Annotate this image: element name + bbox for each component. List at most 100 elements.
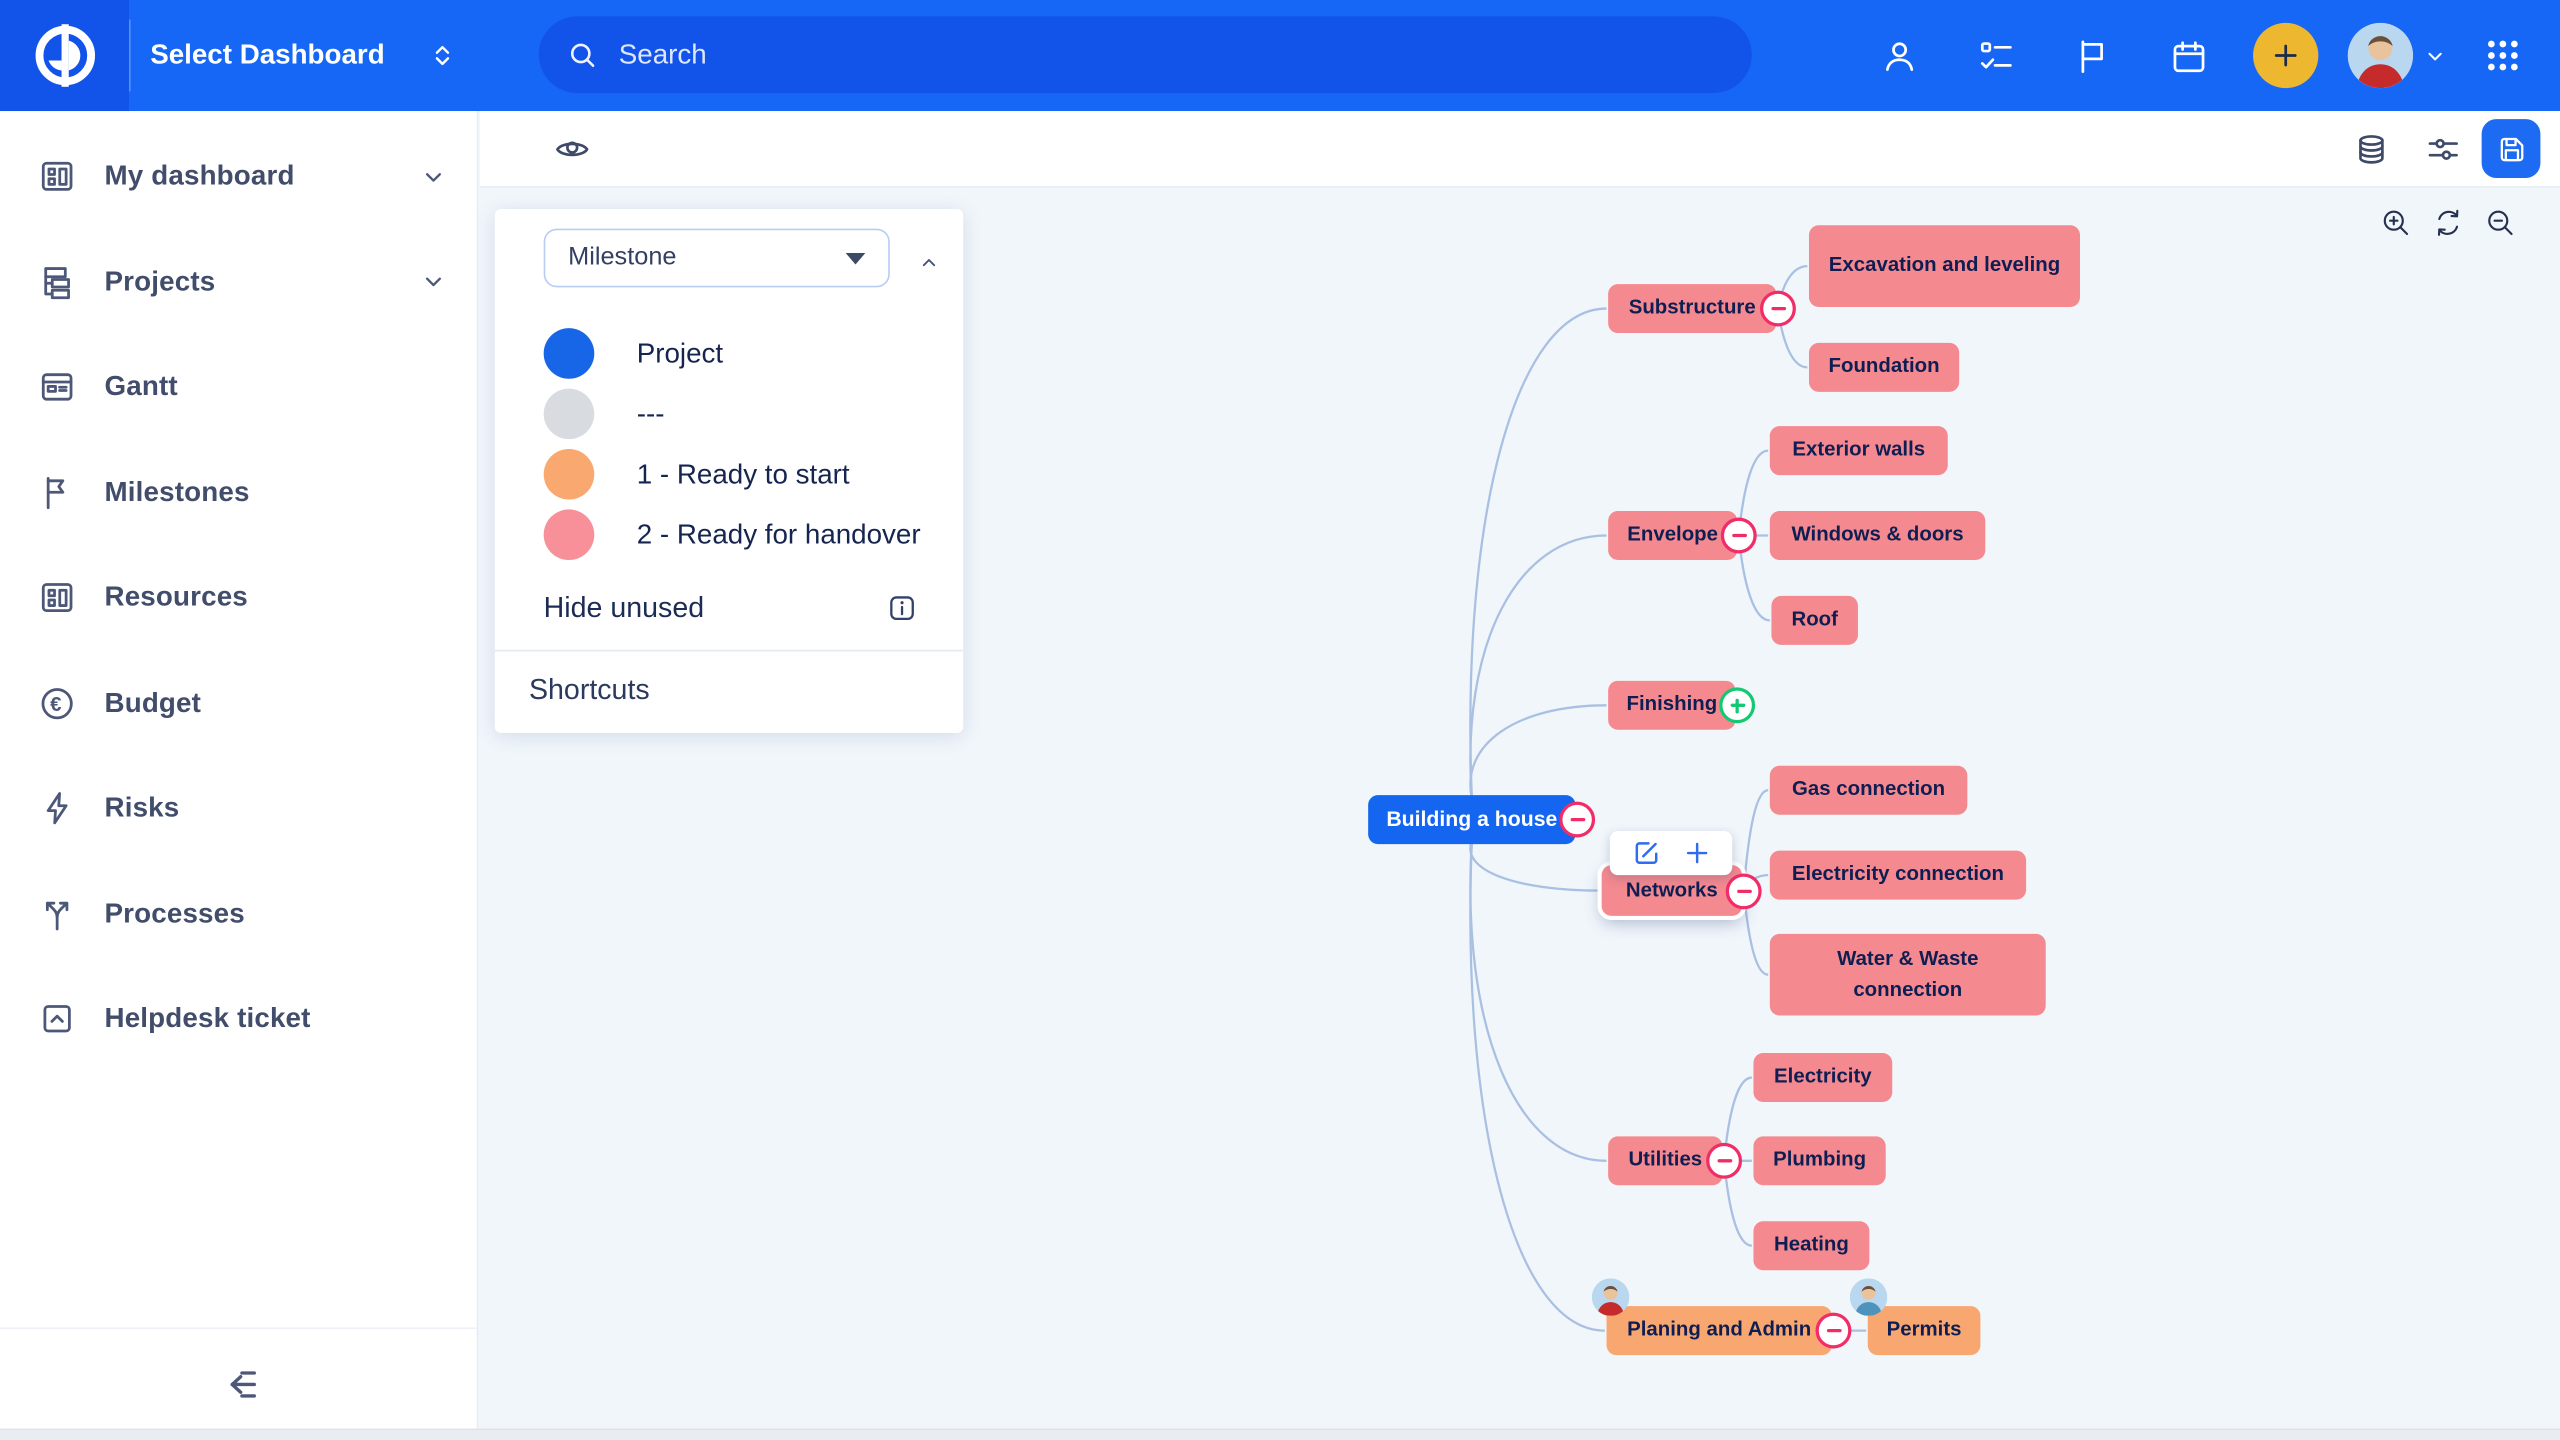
mindmap-node-gas[interactable]: Gas connection	[1770, 766, 1968, 815]
sidebar-item-gantt[interactable]: Gantt	[0, 335, 477, 440]
sidebar-item-my-dashboard[interactable]: My dashboard	[0, 124, 477, 229]
visibility-button[interactable]	[539, 116, 604, 181]
sidebar-collapse-button[interactable]	[0, 1342, 477, 1427]
legend-item-label: 2 - Ready for handover	[637, 518, 921, 551]
node-label: Envelope	[1627, 520, 1718, 552]
mindmap-node-envelope[interactable]: Envelope	[1608, 511, 1737, 560]
add-icon	[1681, 838, 1712, 869]
save-icon	[2494, 131, 2528, 165]
sidebar-item-label: Resources	[104, 582, 247, 615]
save-button[interactable]	[2482, 119, 2541, 178]
mindmap-node-eleconn[interactable]: Electricity connection	[1770, 851, 2026, 900]
sidebar-item-label: Projects	[104, 266, 215, 299]
data-source-button[interactable]	[2338, 116, 2403, 181]
collapse-branch-badge[interactable]	[1559, 802, 1595, 838]
projects-icon	[38, 262, 77, 301]
mindmap-node-plumbing[interactable]: Plumbing	[1753, 1136, 1885, 1185]
shortcuts-link[interactable]: Shortcuts	[495, 651, 964, 733]
zoom-out-icon	[2482, 205, 2516, 239]
mindmap-node-substructure[interactable]: Substructure	[1608, 284, 1776, 333]
node-label: Finishing	[1626, 689, 1717, 721]
search-input[interactable]	[616, 37, 1596, 73]
add-child-button[interactable]	[1681, 838, 1712, 869]
collapse-branch-badge[interactable]	[1726, 873, 1762, 909]
sidebar-item-budget[interactable]: Budget	[0, 651, 477, 756]
app-logo[interactable]	[0, 0, 129, 111]
collapse-branch-badge[interactable]	[1760, 291, 1796, 327]
quick-add-button[interactable]	[2237, 0, 2335, 111]
sidebar-item-label: Gantt	[104, 371, 177, 404]
calendar-button[interactable]	[2140, 0, 2236, 111]
profile-menu[interactable]	[2335, 0, 2459, 111]
edit-node-button[interactable]	[1630, 838, 1661, 869]
mindmap-node-finishing[interactable]: Finishing	[1608, 681, 1735, 730]
horizontal-scrollbar[interactable]	[0, 1429, 2560, 1440]
search-bar[interactable]	[539, 16, 1752, 93]
mindmap-node-permits[interactable]: Permits	[1868, 1306, 1981, 1355]
mindmap-node-windows[interactable]: Windows & doors	[1770, 511, 1986, 560]
expand-branch-badge[interactable]	[1719, 687, 1755, 723]
person-photo-icon	[1850, 1278, 1888, 1316]
refresh-button[interactable]	[2428, 202, 2467, 241]
legend-collapse-button[interactable]	[908, 242, 950, 284]
sidebar-item-risks[interactable]: Risks	[0, 756, 477, 861]
sidebar-item-milestones[interactable]: Milestones	[0, 440, 477, 545]
hide-unused-row[interactable]: Hide unused	[544, 588, 921, 627]
avatar	[2347, 23, 2412, 88]
dashboard-selector[interactable]: Select Dashboard	[131, 39, 457, 72]
mindmap-node-roof[interactable]: Roof	[1771, 596, 1858, 645]
sidebar-item-resources[interactable]: Resources	[0, 545, 477, 650]
legend-color-dot	[544, 328, 595, 379]
sidebar-nav: My dashboard Projects Gantt Milestones Resou…	[0, 111, 477, 1072]
collapse-branch-badge[interactable]	[1706, 1143, 1742, 1179]
refresh-icon	[2430, 205, 2464, 239]
info-button[interactable]	[882, 588, 921, 627]
brand-logo-icon	[27, 18, 102, 93]
profile-card-button[interactable]	[1851, 0, 1947, 111]
top-bar: Select Dashboard	[0, 0, 2560, 111]
legend-color-dot	[544, 449, 595, 500]
tasks-button[interactable]	[1948, 0, 2044, 111]
canvas-toolbar-right	[2338, 116, 2540, 181]
mindmap-node-electricity[interactable]: Electricity	[1753, 1053, 1892, 1102]
milestone-flag-button[interactable]	[2044, 0, 2140, 111]
minus-icon	[1717, 1159, 1732, 1162]
legend-color-dot	[544, 389, 595, 440]
legend-item-label: 1 - Ready to start	[637, 458, 850, 491]
legend-item: 2 - Ready for handover	[544, 504, 964, 564]
mindmap-node-exterior[interactable]: Exterior walls	[1770, 426, 1948, 475]
database-icon	[2352, 130, 2390, 168]
node-label: Roof	[1791, 605, 1837, 637]
sidebar-item-label: Risks	[104, 792, 179, 825]
legend-panel: Milestone Project---1 - Ready to start2 …	[495, 209, 964, 733]
sidebar-item-processes[interactable]: Processes	[0, 861, 477, 966]
milestone-select[interactable]: Milestone	[544, 229, 890, 288]
collapse-branch-badge[interactable]	[1816, 1313, 1852, 1349]
node-label: Utilities	[1628, 1145, 1702, 1177]
sidebar-item-projects[interactable]: Projects	[0, 229, 477, 334]
minus-icon	[1570, 818, 1585, 821]
mindmap-node-excavation[interactable]: Excavation and leveling	[1809, 225, 2080, 307]
zoom-in-button[interactable]	[2376, 202, 2415, 241]
zoom-in-icon	[2378, 205, 2412, 239]
mindmap-node-planing[interactable]: Planing and Admin	[1607, 1306, 1832, 1355]
sidebar-item-helpdesk-ticket[interactable]: Helpdesk ticket	[0, 967, 477, 1072]
mindmap-node-water[interactable]: Water & Waste connection	[1770, 934, 2046, 1016]
calendar-icon	[2168, 35, 2209, 76]
assignee-avatar[interactable]	[1850, 1278, 1888, 1316]
mindmap-node-foundation[interactable]: Foundation	[1809, 343, 1959, 392]
legend-item-label: ---	[637, 398, 665, 431]
app-root: Select Dashboard	[0, 0, 2560, 1440]
minus-icon	[1736, 889, 1751, 892]
mindmap-node-networks[interactable]: Networks	[1602, 865, 1742, 916]
assignee-avatar[interactable]	[1592, 1278, 1630, 1316]
apps-grid-button[interactable]	[2459, 0, 2547, 111]
collapse-branch-badge[interactable]	[1721, 518, 1757, 554]
mindmap-node-heating[interactable]: Heating	[1753, 1221, 1869, 1270]
mindmap-node-building[interactable]: Building a house	[1368, 795, 1575, 844]
node-label: Electricity connection	[1792, 859, 2004, 891]
zoom-out-button[interactable]	[2480, 202, 2519, 241]
mindmap-node-utilities[interactable]: Utilities	[1608, 1136, 1722, 1185]
settings-button[interactable]	[2410, 116, 2475, 181]
sidebar-divider	[0, 1327, 477, 1329]
